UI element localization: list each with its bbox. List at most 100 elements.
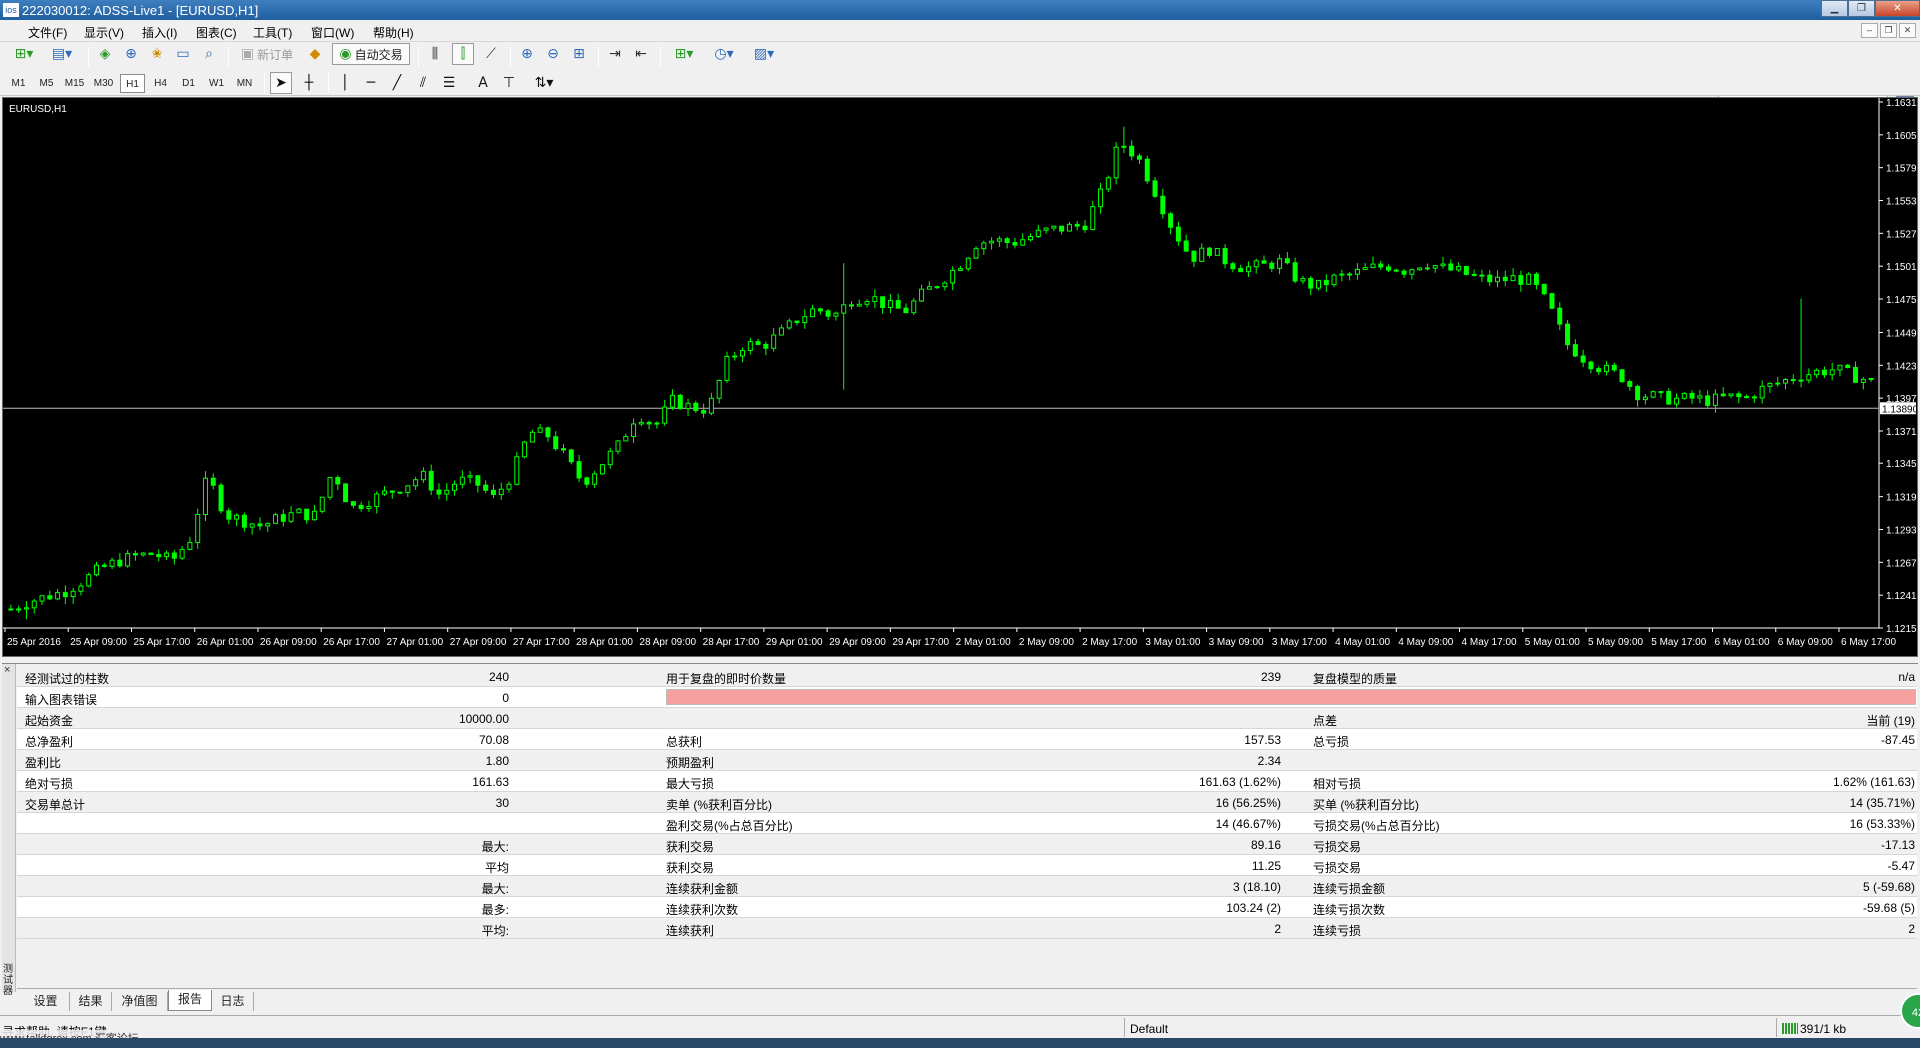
fibonacci-tool[interactable]: ☰: [438, 72, 460, 94]
new-chart-button[interactable]: ⊞▾: [6, 43, 42, 65]
price-chart[interactable]: 1.16315 1.16055 1.15795 1.15535 1.15275 1.150…: [2, 97, 1918, 657]
vertical-line-tool[interactable]: │: [334, 72, 356, 94]
report-label: 连续亏损: [1313, 924, 1362, 938]
report-label: 起始资金: [25, 714, 74, 728]
candle-body: [903, 307, 909, 314]
profiles-button[interactable]: ▤▾: [44, 43, 80, 65]
clock-icon: ◷▾: [714, 46, 734, 62]
maximize-button[interactable]: ❐: [1848, 0, 1875, 17]
timeframe-w1[interactable]: W1: [204, 74, 229, 93]
new-order-button[interactable]: ▣ 新订单: [236, 43, 298, 65]
terminal-button[interactable]: ▭: [172, 43, 194, 65]
candle-body: [669, 394, 675, 408]
meta-editor-button[interactable]: ◆: [304, 43, 326, 65]
timeframe-h4[interactable]: H4: [148, 74, 173, 93]
market-watch-button[interactable]: ◈: [94, 43, 116, 65]
time-tick-label: 25 Apr 2016: [7, 637, 61, 648]
cursor-tool[interactable]: ➤: [270, 72, 292, 94]
crosshair-tool[interactable]: ┼: [298, 72, 320, 94]
trendline-tool[interactable]: ╱: [386, 72, 408, 94]
zoom-out-button[interactable]: ⊖: [542, 43, 564, 65]
channel-tool[interactable]: ⫽: [412, 72, 434, 94]
arrows-tool[interactable]: ⇅▾: [526, 72, 562, 94]
candle-body: [755, 341, 761, 345]
timeframe-d1[interactable]: D1: [176, 74, 201, 93]
candle-body: [1580, 355, 1586, 363]
timeframe-h1[interactable]: H1: [120, 74, 145, 93]
tab-results[interactable]: 结果: [70, 992, 112, 1011]
menu-tools[interactable]: 工具(T): [253, 24, 292, 41]
timeframe-m5[interactable]: M5: [34, 74, 59, 93]
candle-body: [708, 397, 714, 414]
horizontal-line-icon: ─: [366, 75, 376, 91]
auto-scroll-button[interactable]: ⇥: [604, 43, 626, 65]
timeframe-m30[interactable]: M30: [91, 74, 116, 93]
new-order-label: 新订单: [257, 47, 294, 62]
horizontal-line-tool[interactable]: ─: [360, 72, 382, 94]
mdi-restore-button[interactable]: ❐: [1880, 23, 1897, 38]
mdi-minimize-button[interactable]: –: [1861, 23, 1878, 38]
status-connection[interactable]: 391/1 kb: [1800, 1022, 1846, 1036]
timeframe-mn[interactable]: MN: [232, 74, 257, 93]
candle-body: [1518, 275, 1524, 285]
minimize-button[interactable]: ▁: [1821, 0, 1848, 17]
strategy-tester-button[interactable]: ⌕: [198, 43, 220, 65]
data-window-button[interactable]: ⊕: [120, 43, 142, 65]
candle-body: [70, 590, 76, 598]
tab-report[interactable]: 报告: [168, 990, 212, 1011]
tab-settings[interactable]: 设置: [22, 992, 70, 1011]
candle-body: [296, 508, 302, 514]
menu-view[interactable]: 显示(V): [84, 24, 124, 41]
candle-body: [1362, 267, 1368, 270]
bar-chart-button[interactable]: ⫼: [424, 43, 446, 65]
auto-trading-button[interactable]: ◉ 自动交易: [332, 43, 410, 65]
candle-body: [1541, 283, 1547, 295]
chart-shift-button[interactable]: ⇤: [630, 43, 652, 65]
status-bar: 寻求帮助, 请按F1键 Default 391/1 kb: [0, 1015, 1920, 1039]
tile-windows-button[interactable]: ⊞: [568, 43, 590, 65]
report-label: 盈利比: [25, 756, 62, 770]
candle-body: [358, 504, 364, 510]
mdi-close-button[interactable]: ✕: [1899, 23, 1916, 38]
indicators-button[interactable]: ⊞▾: [666, 43, 702, 65]
tab-equity-graph[interactable]: 净值图: [112, 992, 168, 1011]
tab-journal[interactable]: 日志: [212, 992, 254, 1011]
timeframe-toolbar: M1 M5 M15 M30 H1 H4 D1 W1 MN ➤ ┼ │ ─ ╱ ⫽…: [0, 71, 1920, 96]
menu-chart[interactable]: 图表(C): [196, 24, 237, 41]
timeframe-m1[interactable]: M1: [6, 74, 31, 93]
templates-button[interactable]: ▨▾: [746, 43, 782, 65]
candle-body: [156, 554, 162, 558]
candle-body: [311, 510, 317, 521]
candle-body: [1666, 391, 1672, 405]
menu-window[interactable]: 窗口(W): [311, 24, 354, 41]
candle-body: [475, 475, 481, 486]
candle-body: [631, 423, 637, 437]
time-tick-label: 6 May 17:00: [1841, 637, 1896, 648]
candlestick-chart-button[interactable]: ⫿: [452, 43, 474, 65]
candle-body: [483, 484, 489, 491]
menu-insert[interactable]: 插入(I): [142, 24, 177, 41]
menu-help[interactable]: 帮助(H): [373, 24, 414, 41]
magnifier-chart-icon: ⌕: [205, 46, 213, 62]
timeframe-m15[interactable]: M15: [62, 74, 87, 93]
menu-file[interactable]: 文件(F): [28, 24, 67, 41]
window-title: 222030012: ADSS-Live1 - [EURUSD,H1]: [22, 3, 259, 18]
candle-body: [989, 240, 995, 244]
line-chart-icon: ⟋: [486, 46, 496, 62]
text-tool[interactable]: A: [472, 72, 494, 94]
window-icon: ▭: [176, 46, 190, 62]
close-button[interactable]: ✕: [1875, 0, 1920, 17]
tester-close-icon[interactable]: ×: [4, 664, 10, 676]
zoom-in-button[interactable]: ⊕: [516, 43, 538, 65]
text-label-tool[interactable]: ⊤: [498, 72, 520, 94]
periods-button[interactable]: ◷▾: [706, 43, 742, 65]
navigator-button[interactable]: ✬: [146, 43, 168, 65]
price-tick-label: 1.13190: [1886, 493, 1917, 504]
chart-shift-icon: ⇤: [635, 46, 647, 62]
candle-body: [257, 523, 263, 527]
tester-side-strip: × 测试器: [2, 664, 16, 997]
line-chart-button[interactable]: ⟋: [480, 43, 502, 65]
report-table: 经测试过的柱数 240 用于复盘的即时价数量 239 复盘模型的质量 n/a 输入图表错误 0…: [17, 666, 1917, 939]
report-label: 绝对亏损: [25, 777, 74, 791]
report-value: 239: [1260, 670, 1281, 684]
